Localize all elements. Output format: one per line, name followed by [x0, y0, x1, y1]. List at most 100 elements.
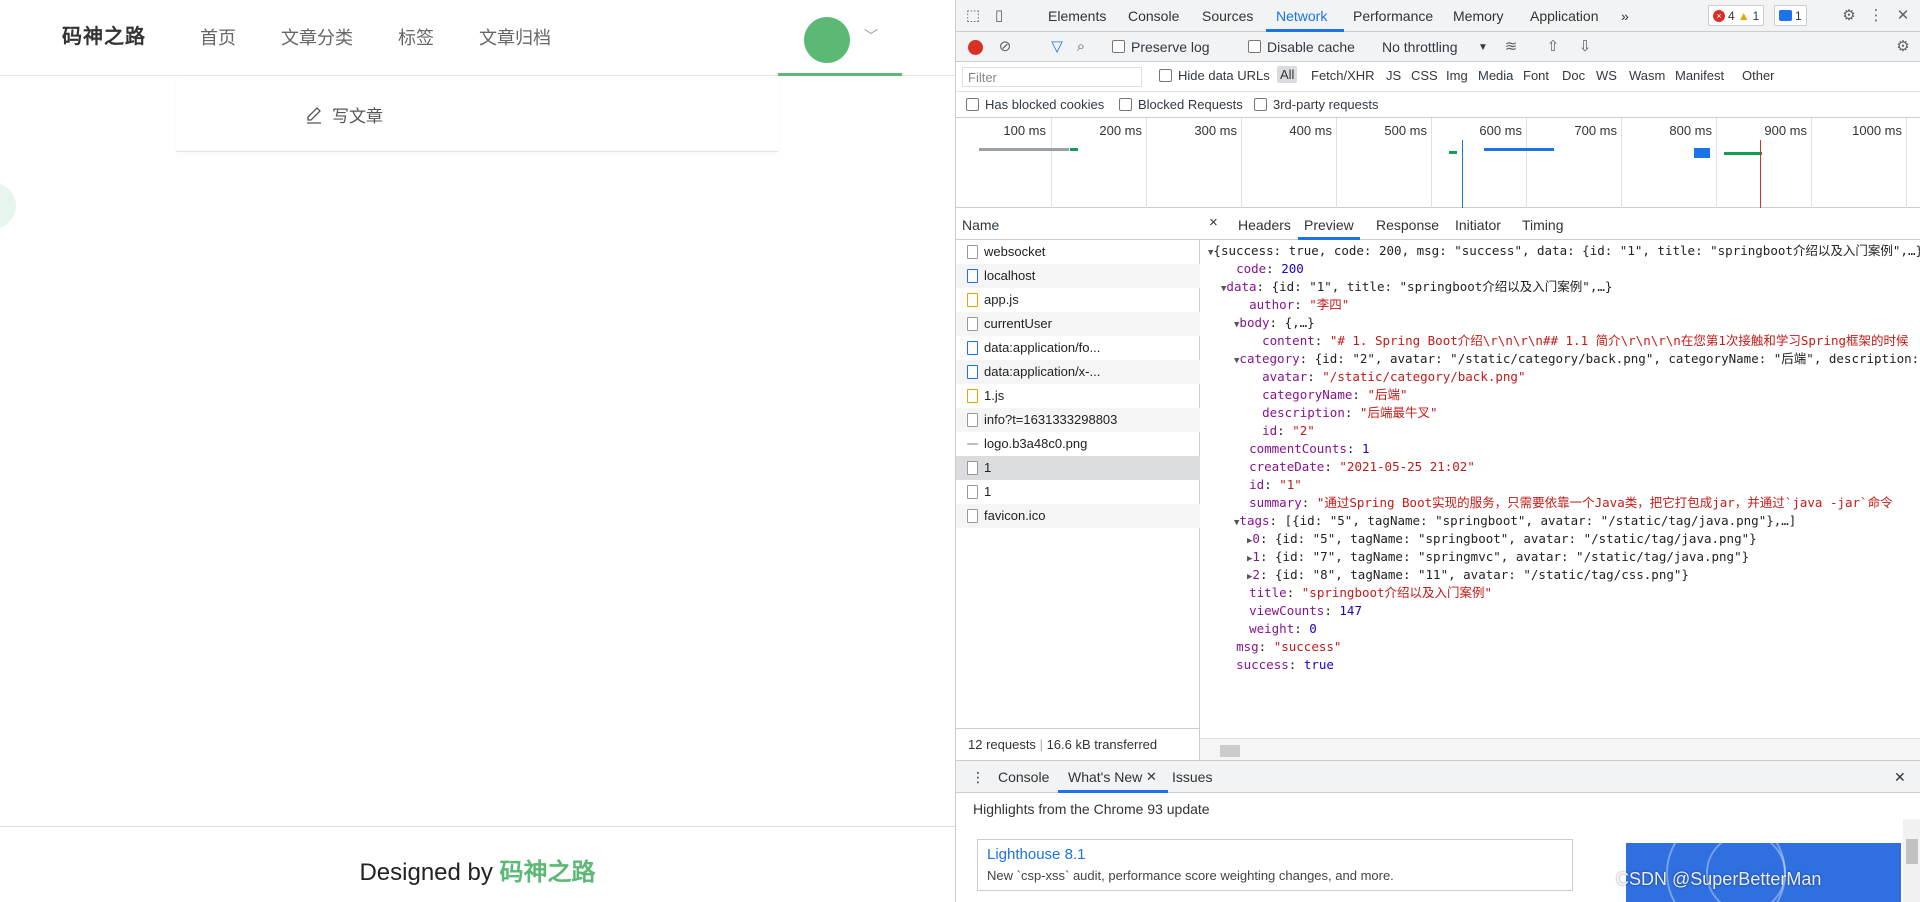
request-row[interactable]: 1: [956, 456, 1200, 480]
json-line[interactable]: code: 200: [1221, 260, 1304, 278]
close-details-icon[interactable]: ×: [1209, 214, 1218, 231]
device-toolbar-icon[interactable]: ▯: [990, 7, 1008, 25]
json-line[interactable]: weight: 0: [1234, 620, 1317, 638]
tab-preview[interactable]: Preview: [1304, 217, 1354, 233]
drawer-menu-icon[interactable]: ⋮: [971, 769, 985, 786]
floating-side-button[interactable]: [0, 183, 16, 229]
preserve-log-checkbox[interactable]: [1112, 40, 1125, 53]
request-row[interactable]: 1.js: [956, 384, 1200, 408]
request-row[interactable]: logo.b3a48c0.png: [956, 432, 1200, 456]
request-row[interactable]: data:application/x-...: [956, 360, 1200, 384]
tab-performance[interactable]: Performance: [1353, 8, 1433, 24]
disable-cache-checkbox[interactable]: [1248, 40, 1261, 53]
clear-icon[interactable]: ⊘: [996, 38, 1014, 56]
close-drawer-icon[interactable]: ✕: [1894, 769, 1906, 786]
type-ws[interactable]: WS: [1596, 68, 1617, 83]
caret-down-icon[interactable]: ▼: [1478, 42, 1488, 53]
import-icon[interactable]: ⇧: [1544, 38, 1562, 56]
json-line[interactable]: msg: "success": [1221, 638, 1341, 656]
search-icon[interactable]: ⌕: [1072, 38, 1090, 56]
type-other[interactable]: Other: [1742, 68, 1775, 83]
wifi-icon[interactable]: ≋: [1502, 38, 1520, 56]
filter-input[interactable]: Filter: [962, 67, 1142, 87]
close-icon[interactable]: ✕: [1894, 7, 1912, 25]
type-font[interactable]: Font: [1523, 68, 1549, 83]
tab-application[interactable]: Application: [1530, 8, 1599, 24]
user-avatar[interactable]: [804, 17, 850, 63]
type-fetch-xhr[interactable]: Fetch/XHR: [1311, 68, 1375, 83]
nav-categories[interactable]: 文章分类: [281, 24, 353, 50]
type-img[interactable]: Img: [1446, 68, 1468, 83]
json-line[interactable]: id: "2": [1247, 422, 1315, 440]
horizontal-scrollbar[interactable]: [1200, 738, 1920, 760]
request-row[interactable]: 1: [956, 480, 1200, 504]
json-line[interactable]: content: "# 1. Spring Boot介绍\r\n\r\n## 1…: [1247, 332, 1908, 350]
scrollbar-thumb[interactable]: [1220, 745, 1240, 757]
gear-icon[interactable]: ⚙: [1840, 7, 1858, 25]
json-line[interactable]: success: true: [1221, 656, 1334, 674]
drawer-tab-issues[interactable]: Issues: [1172, 769, 1212, 785]
request-row[interactable]: app.js: [956, 288, 1200, 312]
json-line[interactable]: summary: "通过Spring Boot实现的服务，只需要依靠一个Java…: [1234, 494, 1893, 512]
json-line[interactable]: description: "后端最牛叉": [1247, 404, 1437, 422]
json-line[interactable]: ▶0: {id: "5", tagName: "springboot", ava…: [1247, 530, 1757, 548]
tab-headers[interactable]: Headers: [1238, 217, 1291, 233]
tab-memory[interactable]: Memory: [1453, 8, 1504, 24]
json-line[interactable]: ▼data: {id: "1", title: "springboot介绍以及入…: [1221, 278, 1612, 296]
type-doc[interactable]: Doc: [1562, 68, 1585, 83]
json-line[interactable]: categoryName: "后端": [1247, 386, 1407, 404]
throttling-select[interactable]: No throttling: [1382, 39, 1457, 55]
json-line[interactable]: viewCounts: 147: [1234, 602, 1362, 620]
close-tab-icon[interactable]: ✕: [1146, 769, 1157, 785]
tab-initiator[interactable]: Initiator: [1455, 217, 1501, 233]
type-css[interactable]: CSS: [1411, 68, 1438, 83]
footer-brand[interactable]: 码神之路: [500, 859, 596, 886]
request-row[interactable]: favicon.ico: [956, 504, 1200, 528]
card-title[interactable]: Lighthouse 8.1: [987, 846, 1085, 863]
nav-tags[interactable]: 标签: [398, 24, 434, 50]
tab-elements[interactable]: Elements: [1048, 8, 1106, 24]
type-all[interactable]: All: [1277, 66, 1298, 83]
type-wasm[interactable]: Wasm: [1629, 68, 1665, 83]
network-settings-icon[interactable]: ⚙: [1894, 38, 1912, 56]
request-row[interactable]: currentUser: [956, 312, 1200, 336]
json-line[interactable]: author: "李四": [1234, 296, 1349, 314]
kebab-menu-icon[interactable]: ⋮: [1867, 7, 1885, 25]
filter-icon[interactable]: ▽: [1048, 38, 1066, 56]
nav-home[interactable]: 首页: [200, 24, 236, 50]
drawer-scrollbar[interactable]: [1903, 819, 1920, 902]
tab-sources[interactable]: Sources: [1202, 8, 1253, 24]
issues-counter[interactable]: × 4 ▲ 1: [1708, 5, 1765, 26]
json-line[interactable]: ▼tags: [{id: "5", tagName: "springboot",…: [1234, 512, 1796, 530]
name-column-header[interactable]: Name: [956, 208, 1200, 240]
json-line[interactable]: ▶2: {id: "8", tagName: "11", avatar: "/s…: [1247, 566, 1689, 584]
json-line[interactable]: id: "1": [1234, 476, 1302, 494]
type-manifest[interactable]: Manifest: [1675, 68, 1724, 83]
json-line[interactable]: ▼category: {id: "2", avatar: "/static/ca…: [1234, 350, 1919, 368]
write-article-item[interactable]: 写文章: [304, 102, 383, 127]
request-row[interactable]: websocket: [956, 240, 1200, 264]
type-media[interactable]: Media: [1478, 68, 1513, 83]
scrollbar-thumb[interactable]: [1906, 839, 1918, 864]
has-blocked-cookies-checkbox[interactable]: [966, 98, 979, 111]
json-line[interactable]: ▶1: {id: "7", tagName: "springmvc", avat…: [1247, 548, 1749, 566]
blocked-requests-checkbox[interactable]: [1119, 98, 1132, 111]
json-line[interactable]: commentCounts: 1: [1234, 440, 1369, 458]
json-tree[interactable]: ▼{success: true, code: 200, msg: "succes…: [1200, 242, 1920, 722]
json-line[interactable]: createDate: "2021-05-25 21:02": [1234, 458, 1475, 476]
tab-response[interactable]: Response: [1376, 217, 1439, 233]
json-line[interactable]: ▼{success: true, code: 200, msg: "succes…: [1208, 242, 1920, 260]
json-line[interactable]: title: "springboot介绍以及入门案例": [1234, 584, 1492, 602]
request-row[interactable]: info?t=1631333298803: [956, 408, 1200, 432]
tab-network[interactable]: Network: [1276, 8, 1327, 24]
tab-console[interactable]: Console: [1128, 8, 1179, 24]
request-row[interactable]: localhost: [956, 264, 1200, 288]
tab-timing[interactable]: Timing: [1522, 217, 1564, 233]
drawer-tab-console[interactable]: Console: [998, 769, 1049, 785]
export-icon[interactable]: ⇩: [1576, 38, 1594, 56]
type-js[interactable]: JS: [1386, 68, 1401, 83]
nav-archive[interactable]: 文章归档: [479, 24, 551, 50]
more-tabs-button[interactable]: »: [1621, 8, 1629, 24]
third-party-checkbox[interactable]: [1254, 98, 1267, 111]
drawer-tab-whats-new[interactable]: What's New: [1068, 769, 1142, 785]
